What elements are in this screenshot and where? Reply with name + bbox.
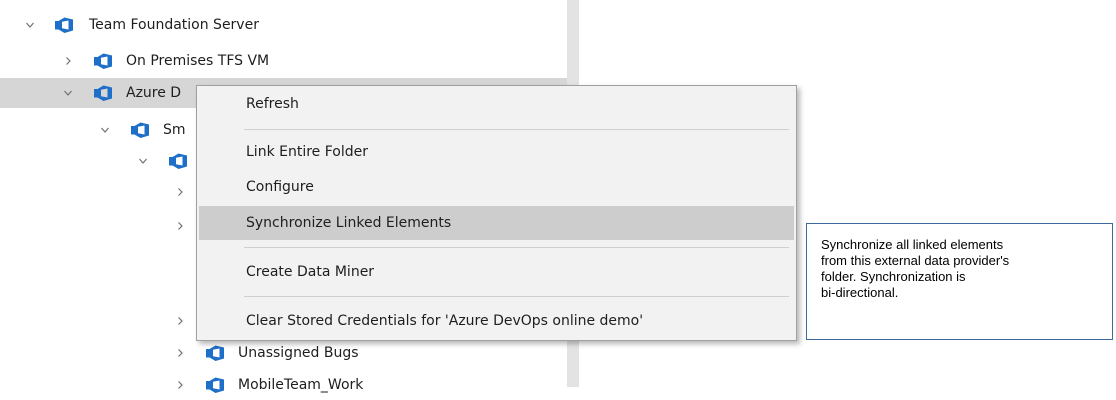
azure-devops-icon xyxy=(205,376,225,394)
tooltip-line: Synchronize all linked elements xyxy=(821,237,1004,252)
menu-item-refresh[interactable]: Refresh xyxy=(199,87,794,121)
menu-item-label: Configure xyxy=(246,179,314,195)
tree-node-mobileteam-work[interactable]: MobileTeam_Work xyxy=(0,370,567,400)
azure-devops-icon xyxy=(93,84,113,102)
menu-item-synchronize-linked-elements[interactable]: Synchronize Linked Elements xyxy=(199,206,794,240)
chevron-right-icon[interactable] xyxy=(172,338,188,368)
chevron-right-icon[interactable] xyxy=(172,306,188,336)
menu-separator xyxy=(244,129,789,130)
tree-node-label: On Premises TFS VM xyxy=(126,53,270,69)
tree-node-label: Team Foundation Server xyxy=(89,17,259,33)
tree-node-label: MobileTeam_Work xyxy=(238,377,364,393)
chevron-down-icon[interactable] xyxy=(60,78,76,108)
menu-item-label: Refresh xyxy=(246,96,299,112)
menu-item-configure[interactable]: Configure xyxy=(199,170,794,204)
chevron-right-icon[interactable] xyxy=(172,370,188,400)
chevron-down-icon[interactable] xyxy=(97,115,113,145)
tooltip-line: from this external data provider's xyxy=(821,253,1010,268)
azure-devops-icon xyxy=(130,121,150,139)
azure-devops-icon xyxy=(54,16,74,34)
menu-item-create-data-miner[interactable]: Create Data Miner xyxy=(199,255,794,289)
menu-separator xyxy=(244,247,789,248)
menu-item-label: Synchronize Linked Elements xyxy=(246,215,452,231)
azure-devops-icon xyxy=(168,152,188,170)
menu-item-label: Create Data Miner xyxy=(246,264,375,280)
tree-node-label: Azure D xyxy=(126,85,182,101)
chevron-down-icon[interactable] xyxy=(22,10,38,40)
menu-separator xyxy=(244,296,789,297)
tree-node-label: Unassigned Bugs xyxy=(238,345,359,361)
menu-item-label: Clear Stored Credentials for 'Azure DevO… xyxy=(246,313,644,329)
tooltip-line: folder. Synchronization is xyxy=(821,269,966,284)
tooltip: Synchronize all linked elements from thi… xyxy=(806,223,1113,340)
menu-item-clear-stored-credentials[interactable]: Clear Stored Credentials for 'Azure DevO… xyxy=(199,304,794,338)
chevron-right-icon[interactable] xyxy=(172,211,188,241)
tree-node-on-premises-tfs-vm[interactable]: On Premises TFS VM xyxy=(0,46,567,76)
azure-devops-icon xyxy=(93,52,113,70)
azure-devops-icon xyxy=(205,344,225,362)
context-menu: Refresh Link Entire Folder Configure Syn… xyxy=(196,85,797,341)
menu-item-link-entire-folder[interactable]: Link Entire Folder xyxy=(199,135,794,169)
chevron-right-icon[interactable] xyxy=(172,177,188,207)
tree-node-unassigned-bugs[interactable]: Unassigned Bugs xyxy=(0,338,567,368)
chevron-right-icon[interactable] xyxy=(60,46,76,76)
menu-item-label: Link Entire Folder xyxy=(246,144,368,160)
tooltip-line: bi-directional. xyxy=(821,285,899,300)
tree-node-team-foundation-server[interactable]: Team Foundation Server xyxy=(0,10,567,40)
chevron-down-icon[interactable] xyxy=(135,146,151,176)
tree-node-label: Sm xyxy=(163,122,186,138)
